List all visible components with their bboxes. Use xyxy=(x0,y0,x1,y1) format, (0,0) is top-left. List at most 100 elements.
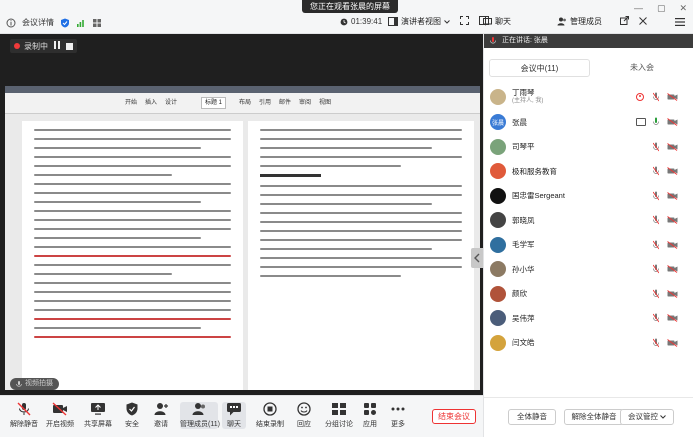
manage-members-button[interactable]: 管理成员(11) xyxy=(180,402,220,429)
mic-muted-icon[interactable] xyxy=(652,289,660,299)
chat-tab[interactable]: 聊天 xyxy=(483,16,511,27)
member-row[interactable]: 丁雨琴 (主持人, 我) xyxy=(484,83,693,110)
member-name-group: 郭晓凤 xyxy=(512,216,535,225)
title-left-group: 会议详情 xyxy=(6,17,102,28)
member-row[interactable]: 司琴平 xyxy=(484,135,693,160)
mic-muted-icon[interactable] xyxy=(652,313,660,323)
mic-muted-icon[interactable] xyxy=(652,166,660,176)
record-dot-icon xyxy=(14,43,20,49)
member-row[interactable]: 闫文皓 xyxy=(484,331,693,356)
mic-muted-icon[interactable] xyxy=(652,92,660,101)
panel-collapse-handle[interactable] xyxy=(471,248,483,268)
member-row[interactable]: 张晨 张晨 xyxy=(484,110,693,135)
chevron-down-icon xyxy=(660,415,666,419)
start-video-button[interactable]: 开启视频 xyxy=(42,402,78,429)
mic-small-icon xyxy=(16,380,22,387)
members-tab[interactable]: 管理成员 xyxy=(557,16,602,27)
share-screen-button[interactable]: 共享屏幕 xyxy=(80,402,116,429)
shield-check-icon xyxy=(126,402,138,416)
chat-label: 聊天 xyxy=(495,17,511,26)
stop-recording-button[interactable]: 结束录制 xyxy=(252,402,288,429)
member-role: (主持人, 我) xyxy=(512,97,544,104)
unmute-all-button[interactable]: 解除全体静音 xyxy=(564,409,624,425)
member-row[interactable]: 国忠雷Sergeant xyxy=(484,184,693,209)
camera-off-icon[interactable] xyxy=(667,118,678,127)
member-row[interactable]: 毛学军 xyxy=(484,233,693,258)
view-mode-button[interactable]: 演讲者视图 xyxy=(388,16,450,27)
unmute-button[interactable]: 解除静音 xyxy=(6,402,42,429)
mic-muted-icon[interactable] xyxy=(652,240,660,250)
avatar xyxy=(490,88,506,105)
grid-icon[interactable] xyxy=(92,18,102,28)
tab-not-joined[interactable]: 未入会 xyxy=(592,59,692,77)
chat-button[interactable]: 聊天 xyxy=(222,402,246,429)
avatar xyxy=(490,310,506,327)
doc-status-text: 视频拍摄 xyxy=(25,380,53,387)
close-panel-icon[interactable] xyxy=(639,16,647,27)
panel-header: 聊天 管理成员 xyxy=(483,16,693,27)
menu-icon[interactable] xyxy=(675,18,685,28)
window-controls: — ▢ ✕ xyxy=(634,3,687,14)
fullscreen-icon[interactable] xyxy=(460,16,469,27)
member-row[interactable]: 极和服务教育 xyxy=(484,159,693,184)
camera-off-icon[interactable] xyxy=(667,167,678,176)
avatar: 张晨 xyxy=(490,114,506,131)
camera-off-icon[interactable] xyxy=(667,314,678,323)
mic-muted-icon[interactable] xyxy=(652,264,660,274)
mic-icon xyxy=(490,37,496,44)
member-name-group: 极和服务教育 xyxy=(512,167,557,176)
tab-in-meeting[interactable]: 会议中(11) xyxy=(489,59,590,77)
chat-icon xyxy=(483,17,492,26)
avatar xyxy=(490,163,506,180)
camera-off-icon xyxy=(52,402,67,416)
member-name-group: 吴伟萍 xyxy=(512,314,535,323)
shield-icon[interactable] xyxy=(60,18,70,28)
stop-recording-icon[interactable] xyxy=(66,42,73,50)
minimize-icon[interactable]: — xyxy=(634,3,643,14)
member-row[interactable]: 颜欣 xyxy=(484,282,693,307)
signal-icon[interactable] xyxy=(76,18,86,28)
end-meeting-button[interactable]: 结束会议 xyxy=(432,409,476,424)
camera-off-icon[interactable] xyxy=(667,92,678,101)
camera-off-icon[interactable] xyxy=(667,338,678,347)
meeting-control-button[interactable]: 会议管控 xyxy=(620,409,674,425)
mic-muted-icon[interactable] xyxy=(652,215,660,225)
member-name: 孙小华 xyxy=(512,264,535,274)
meeting-details-button[interactable]: 会议详情 xyxy=(22,17,54,28)
pause-recording-icon[interactable] xyxy=(52,41,62,51)
panel-footer: 全体静音 解除全体静音 会议管控 xyxy=(484,397,693,437)
mic-on-icon[interactable] xyxy=(653,117,659,127)
ribbon-tab: 开始 xyxy=(125,100,138,106)
more-button[interactable]: 更多 xyxy=(380,402,416,429)
camera-off-icon[interactable] xyxy=(667,289,678,298)
invite-button[interactable]: 邀请 xyxy=(143,402,179,429)
mute-all-button[interactable]: 全体静音 xyxy=(508,409,556,425)
camera-off-icon[interactable] xyxy=(667,142,678,151)
camera-off-icon[interactable] xyxy=(667,191,678,200)
ribbon-tab: 设计 xyxy=(165,100,178,106)
ribbon-tab: 视图 xyxy=(319,100,332,106)
camera-off-icon[interactable] xyxy=(667,265,678,274)
member-row[interactable]: 孙小华 xyxy=(484,257,693,282)
reaction-button[interactable]: 回应 xyxy=(286,402,322,429)
mic-muted-icon[interactable] xyxy=(652,142,660,152)
member-name-group: 闫文皓 xyxy=(512,338,535,347)
member-row[interactable]: 郭晓凤 xyxy=(484,208,693,233)
member-name-group: 颜欣 xyxy=(512,289,527,298)
member-name-group: 张晨 xyxy=(512,118,527,127)
member-name-group: 孙小华 xyxy=(512,265,535,274)
member-row[interactable]: 吴伟萍 xyxy=(484,306,693,331)
record-icon xyxy=(263,402,277,416)
doc-status-pill: 视频拍摄 xyxy=(10,378,59,390)
mic-muted-icon xyxy=(17,402,31,416)
chat-icon xyxy=(227,403,241,416)
maximize-icon[interactable]: ▢ xyxy=(657,3,666,14)
mic-muted-icon[interactable] xyxy=(652,191,660,201)
window-close-icon[interactable]: ✕ xyxy=(679,3,687,14)
info-icon[interactable] xyxy=(6,18,16,28)
popout-icon[interactable] xyxy=(620,16,629,27)
camera-off-icon[interactable] xyxy=(667,240,678,249)
mic-muted-icon[interactable] xyxy=(652,338,660,348)
camera-off-icon[interactable] xyxy=(667,216,678,225)
breakout-icon xyxy=(332,403,346,415)
